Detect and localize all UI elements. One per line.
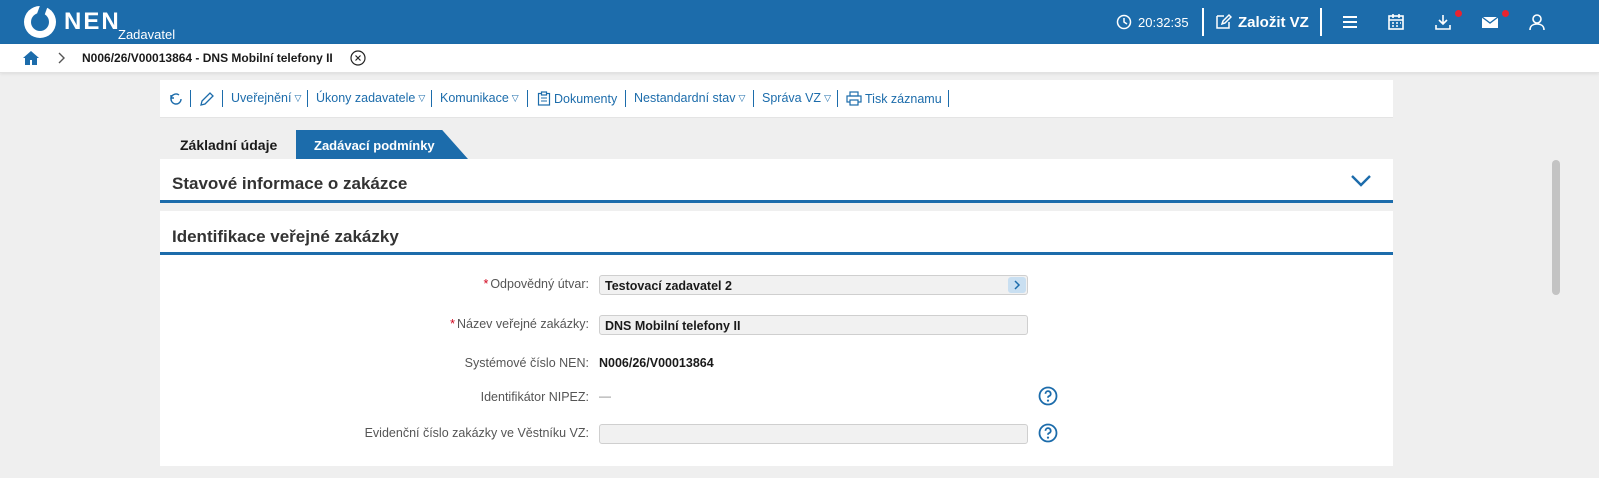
toolbar-communication[interactable]: Komunikace ▽ [440, 91, 519, 105]
calendar-icon[interactable] [1386, 12, 1406, 32]
nen-logo-icon[interactable] [24, 6, 56, 38]
download-icon[interactable] [1433, 12, 1453, 32]
header-divider [1202, 8, 1204, 36]
pencil-icon[interactable] [199, 91, 215, 107]
printer-icon [846, 91, 862, 106]
clock-icon [1116, 14, 1132, 30]
department-select-button[interactable] [1008, 277, 1026, 293]
toolbar-nonstandard-state[interactable]: Nestandardní stav ▽ [634, 91, 745, 105]
create-vz-button[interactable]: Založit VZ [1214, 0, 1309, 44]
top-bar: NEN Zadavatel 20:32:35 Založit VZ [0, 0, 1599, 44]
toolbar-documents[interactable]: Dokumenty [537, 91, 617, 106]
system-number-label: Systémové číslo NEN: [464, 356, 589, 370]
toolbar-divider [753, 90, 754, 107]
department-label: * Odpovědný útvar: [483, 277, 589, 291]
toolbar-divider [625, 90, 626, 107]
toolbar-publication[interactable]: Uveřejnění ▽ [231, 91, 301, 105]
close-icon[interactable] [350, 50, 366, 66]
brand-name: NEN [64, 8, 121, 35]
session-clock: 20:32:35 [1116, 0, 1189, 44]
scrollbar-thumb[interactable] [1552, 160, 1560, 295]
breadcrumb: N006/26/V00013864 - DNS Mobilní telefony… [0, 44, 1599, 73]
chevron-right-icon [1014, 280, 1021, 290]
edit-icon [1216, 13, 1232, 29]
home-icon[interactable] [22, 50, 40, 66]
refresh-icon[interactable] [168, 91, 184, 107]
name-label: * Název veřejné zakázky: [450, 317, 589, 331]
toolbar-divider [222, 90, 223, 107]
menu-icon[interactable] [1340, 12, 1360, 32]
toolbar-divider [190, 90, 191, 107]
system-number-value: N006/26/V00013864 [599, 356, 714, 370]
department-field[interactable]: Testovací zadavatel 2 [599, 275, 1028, 295]
name-field[interactable]: DNS Mobilní telefony II [599, 315, 1028, 335]
toolbar-contracting-actions[interactable]: Úkony zadavatele ▽ [316, 91, 425, 105]
create-vz-label: Založit VZ [1238, 13, 1309, 31]
toolbar-divider [948, 90, 949, 107]
vestnik-label: Evidenční číslo zakázky ve Věstníku VZ: [364, 426, 589, 440]
toolbar-vz-management[interactable]: Správa VZ ▽ [762, 91, 831, 105]
toolbar-divider [431, 90, 432, 107]
tab-basic-info-label: Základní údaje [180, 137, 278, 153]
chevron-down-icon[interactable] [1350, 174, 1372, 188]
chevron-right-icon [58, 52, 65, 64]
help-icon[interactable] [1038, 386, 1058, 406]
nipez-label: Identifikátor NIPEZ: [480, 390, 589, 404]
user-icon[interactable] [1527, 12, 1547, 32]
breadcrumb-current[interactable]: N006/26/V00013864 - DNS Mobilní telefony… [82, 51, 333, 65]
status-section-title: Stavové informace o zakázce [172, 174, 408, 193]
nipez-value: — [599, 389, 611, 403]
vestnik-field[interactable] [599, 424, 1028, 444]
help-icon[interactable] [1038, 423, 1058, 443]
download-notification-dot [1455, 10, 1462, 17]
brand-subtitle: Zadavatel [118, 27, 176, 42]
header-divider [1320, 8, 1322, 36]
mail-icon[interactable] [1480, 12, 1500, 32]
toolbar-divider [527, 90, 528, 107]
clipboard-icon [537, 91, 551, 106]
toolbar-divider [837, 90, 838, 107]
identification-section-title: Identifikace veřejné zakázky [172, 227, 399, 246]
toolbar-divider [307, 90, 308, 107]
mail-notification-dot [1502, 10, 1509, 17]
clock-time: 20:32:35 [1138, 14, 1189, 30]
toolbar-print-record[interactable]: Tisk záznamu [846, 91, 942, 106]
tab-award-conditions-label: Zadávací podmínky [314, 138, 435, 153]
